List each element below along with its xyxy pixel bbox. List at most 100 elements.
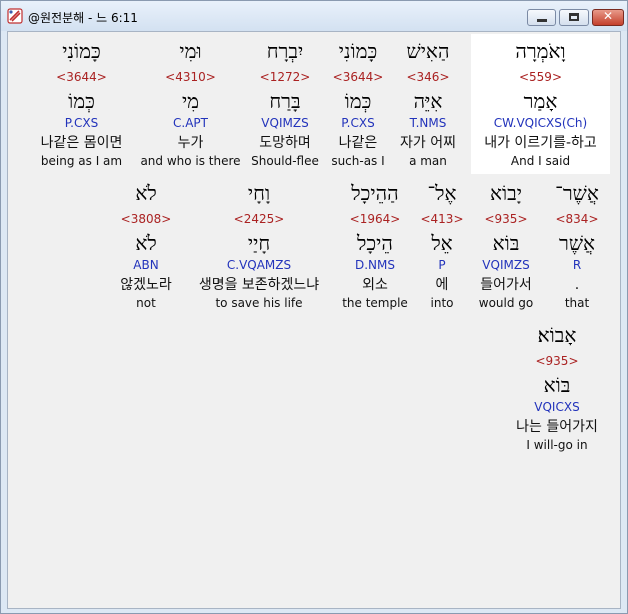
english-gloss: such-as I xyxy=(331,154,385,168)
korean-gloss: 누가 xyxy=(177,135,204,151)
korean-gloss: 나같은 xyxy=(338,135,378,151)
word-cell[interactable]: וָאֹמְרָה <559> אָמַר CW.VQICXS(Ch) 내가 이… xyxy=(471,34,610,174)
strong-number: <935> xyxy=(484,212,528,226)
maximize-button[interactable] xyxy=(559,9,589,26)
morphology: C.APT xyxy=(173,116,208,130)
lemma: הֵיכָל xyxy=(357,231,393,255)
morphology: P.CXS xyxy=(341,116,375,130)
lemma: אִיֵּה xyxy=(413,89,443,113)
strong-number: <2425> xyxy=(233,212,285,226)
korean-gloss: 외소 xyxy=(362,277,388,293)
korean-gloss: 들어가서 xyxy=(480,277,532,293)
window-title: @원전분해 - 느 6:11 xyxy=(28,11,138,25)
lemma: כְּמוֹ xyxy=(68,89,95,113)
hebrew-word: לֹא xyxy=(135,181,157,205)
english-gloss: I will-go in xyxy=(526,438,588,452)
strong-number: <834> xyxy=(555,212,599,226)
hebrew-word: הַאִישׁ xyxy=(406,39,450,63)
word-cell[interactable]: לֹא <3808> לֹא ABN 않겠노라 not xyxy=(111,176,181,316)
korean-gloss: 에 xyxy=(435,277,449,293)
korean-gloss: 내가 이르기를-하고 xyxy=(484,135,597,151)
strong-number: <413> xyxy=(420,212,464,226)
hebrew-word: וָאֹמְרָה xyxy=(515,39,566,63)
english-gloss: being as I am xyxy=(40,154,123,168)
morphology: CW.VQICXS(Ch) xyxy=(493,116,588,130)
lemma: אָמַר xyxy=(523,89,558,113)
lemma: בּוֹא xyxy=(543,373,571,397)
lemma: אֵל xyxy=(431,231,453,255)
strong-number: <3644> xyxy=(332,70,384,84)
lemma: אֲשֶׁר xyxy=(559,231,595,255)
korean-gloss: 자가 어찌 xyxy=(400,135,456,151)
english-gloss: Should-flee xyxy=(251,154,319,168)
maximize-icon xyxy=(569,13,579,21)
hebrew-word: וָחָי xyxy=(247,181,271,205)
morphology: P xyxy=(438,258,446,272)
word-cell[interactable]: כָּמוֹנִי <3644> כְּמוֹ P.CXS 나같은 몸이면 be… xyxy=(28,34,135,174)
morphology: T.NMS xyxy=(409,116,447,130)
lemma: חָיַי xyxy=(247,231,271,255)
lemma: לֹא xyxy=(135,231,157,255)
hebrew-word: יִבְרָח xyxy=(266,39,304,63)
lemma: בָּרַח xyxy=(269,89,301,113)
word-cell[interactable]: אֲשֶׁר־ <834> אֲשֶׁר R . that xyxy=(542,176,612,316)
english-gloss: the temple xyxy=(342,296,408,310)
korean-gloss: 않겠노라 xyxy=(120,277,172,293)
korean-gloss: 도망하며 xyxy=(259,135,311,151)
strong-number: <346> xyxy=(406,70,450,84)
strong-number: <1272> xyxy=(259,70,311,84)
korean-gloss: 나같은 몸이면 xyxy=(40,135,123,151)
strong-number: <3808> xyxy=(120,212,172,226)
hebrew-word: יָבוֹא xyxy=(489,181,522,205)
hebrew-word: כָּמוֹנִי xyxy=(62,39,101,63)
english-gloss: into xyxy=(430,296,454,310)
word-analysis-panel: וָאֹמְרָה <559> אָמַר CW.VQICXS(Ch) 내가 이… xyxy=(7,31,621,609)
morphology: VQIMZS xyxy=(482,258,530,272)
minimize-button[interactable] xyxy=(527,9,556,26)
minimize-icon xyxy=(537,19,547,22)
hebrew-word: וּמִי xyxy=(179,39,202,63)
english-gloss: that xyxy=(564,296,590,310)
english-gloss: to save his life xyxy=(215,296,303,310)
app-window: @원전분해 - 느 6:11 ✕ וָאֹמְרָה <559> אָמַר C… xyxy=(0,0,628,614)
hebrew-word: אֶל־ xyxy=(427,181,457,205)
lemma: מִי xyxy=(181,89,200,113)
title-bar[interactable]: @원전분해 - 느 6:11 ✕ xyxy=(1,1,627,31)
morphology: VQIMZS xyxy=(261,116,309,130)
close-button[interactable]: ✕ xyxy=(592,9,624,26)
english-gloss: not xyxy=(136,296,156,310)
word-cell[interactable]: כָּמוֹנִי <3644> כְּמוֹ P.CXS 나같은 such-a… xyxy=(318,34,398,174)
morphology: C.VQAMZS xyxy=(226,258,292,272)
hebrew-word: כָּמוֹנִי xyxy=(338,39,378,63)
strong-number: <1964> xyxy=(349,212,401,226)
morphology: D.NMS xyxy=(354,258,395,272)
word-cell[interactable]: וָחָי <2425> חָיַי C.VQAMZS 생명을 보존하겠느냐 t… xyxy=(188,176,330,316)
morphology: VQICXS xyxy=(534,400,580,414)
strong-number: <935> xyxy=(535,354,579,368)
word-cell[interactable]: אָבוֹא׃ <935> בּוֹא VQICXS 나는 들어가지 I wil… xyxy=(504,318,610,458)
strong-number: <559> xyxy=(518,70,562,84)
word-cell[interactable]: יִבְרָח <1272> בָּרַח VQIMZS 도망하며 Should… xyxy=(240,34,330,174)
word-cell[interactable]: הַאִישׁ <346> אִיֵּה T.NMS 자가 어찌 a man xyxy=(388,34,468,174)
word-cell[interactable]: אֶל־ <413> אֵל P 에 into xyxy=(417,176,467,316)
lemma: כְּמוֹ xyxy=(344,89,372,113)
english-gloss: would go xyxy=(478,296,534,310)
korean-gloss: 생명을 보존하겠느냐 xyxy=(198,277,320,293)
word-cell[interactable]: יָבוֹא <935> בּוֹא VQIMZS 들어가서 would go xyxy=(471,176,541,316)
morphology: P.CXS xyxy=(64,116,99,130)
hebrew-word: אָבוֹא׃ xyxy=(537,323,577,347)
korean-gloss: . xyxy=(574,277,580,293)
english-gloss: and who is there xyxy=(140,154,241,168)
morphology: R xyxy=(572,258,582,272)
lemma: בּוֹא xyxy=(492,231,520,255)
hebrew-word: הַהֵיכָל xyxy=(351,181,399,205)
app-logo-icon xyxy=(7,8,23,24)
hebrew-word: אֲשֶׁר־ xyxy=(555,181,599,205)
word-cell[interactable]: וּמִי <4310> מִי C.APT 누가 and who is the… xyxy=(133,34,248,174)
strong-number: <3644> xyxy=(56,70,107,84)
english-gloss: And I said xyxy=(510,154,571,168)
morphology: ABN xyxy=(133,258,159,272)
english-gloss: a man xyxy=(409,154,447,168)
close-icon: ✕ xyxy=(602,9,614,23)
word-cell[interactable]: הַהֵיכָל <1964> הֵיכָל D.NMS 외소 the temp… xyxy=(336,176,414,316)
